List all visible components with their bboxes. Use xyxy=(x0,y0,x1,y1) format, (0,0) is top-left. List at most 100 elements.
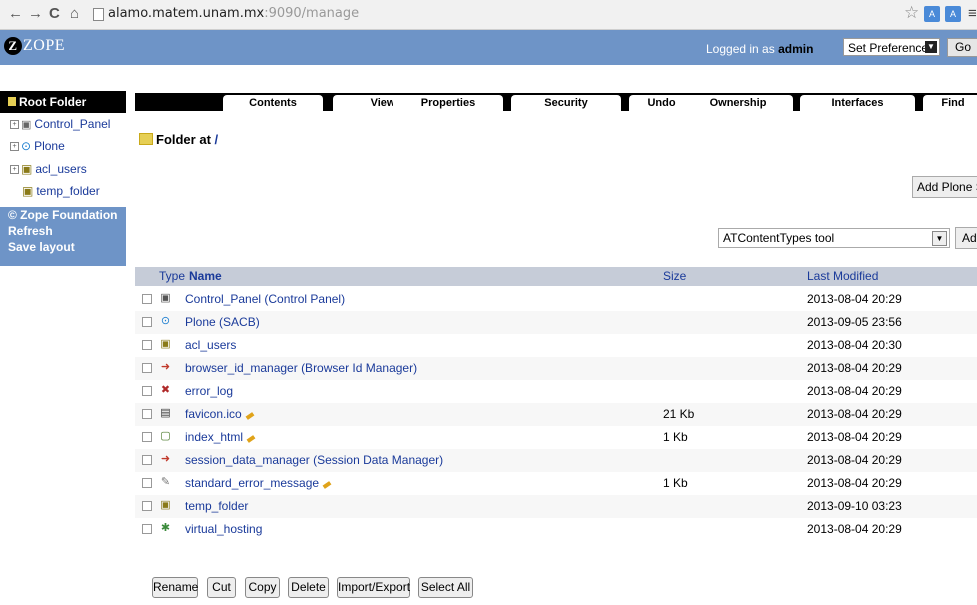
row-modified: 2013-08-04 20:29 xyxy=(807,292,902,306)
save-layout-link[interactable]: Save layout xyxy=(8,239,126,255)
row-name-link[interactable]: Plone (SACB) xyxy=(185,311,260,334)
browser-menu-icon[interactable]: ≡ xyxy=(968,5,977,22)
root-path-link[interactable]: / xyxy=(215,132,219,147)
tab-ownership[interactable]: Ownership xyxy=(683,95,793,111)
users-icon: ▣ xyxy=(21,162,33,176)
table-row: ➜ browser_id_manager (Browser Id Manager)… xyxy=(135,357,977,380)
add-type-select[interactable]: ATContentTypes tool ▼ xyxy=(718,228,950,248)
import-export-button[interactable]: Import/Export xyxy=(337,577,410,598)
plone-icon: ⊙ xyxy=(21,139,32,153)
control-panel-icon: ▣ xyxy=(21,119,32,131)
address-bar[interactable]: alamo.matem.unam.mx:9090/manage xyxy=(108,6,359,21)
home-icon[interactable]: ⌂ xyxy=(70,5,79,22)
translate-extension-icon[interactable]: A xyxy=(945,6,961,22)
sort-by-modified-link[interactable]: Last Modified xyxy=(807,267,878,286)
table-row: ▣ Control_Panel (Control Panel) 2013-08-04… xyxy=(135,288,977,311)
sort-by-type-link[interactable]: Type xyxy=(159,267,185,286)
row-modified: 2013-08-04 20:29 xyxy=(807,522,902,536)
copy-button[interactable]: Copy xyxy=(245,577,280,598)
plone-icon: ⊙ xyxy=(160,315,171,327)
row-checkbox[interactable] xyxy=(142,363,152,373)
row-modified: 2013-08-04 20:29 xyxy=(807,361,902,375)
tab-find[interactable]: Find xyxy=(923,95,977,111)
table-row: ➜ session_data_manager (Session Data Mana… xyxy=(135,449,977,472)
sort-by-size-link[interactable]: Size xyxy=(663,267,686,286)
row-name-link[interactable]: browser_id_manager (Browser Id Manager) xyxy=(185,357,417,380)
row-checkbox[interactable] xyxy=(142,501,152,511)
delete-button[interactable]: Delete xyxy=(288,577,329,598)
rename-button[interactable]: Rename xyxy=(152,577,198,598)
row-checkbox[interactable] xyxy=(142,317,152,327)
tab-interfaces[interactable]: Interfaces xyxy=(800,95,915,111)
row-checkbox[interactable] xyxy=(142,294,152,304)
expand-icon[interactable]: + xyxy=(10,120,19,130)
folder-icon xyxy=(8,97,16,106)
refresh-link[interactable]: Refresh xyxy=(8,223,126,239)
users-icon: ▣ xyxy=(160,338,171,350)
tab-contents[interactable]: Contents xyxy=(223,95,323,111)
row-checkbox[interactable] xyxy=(142,524,152,534)
sort-by-name-link[interactable]: Name xyxy=(189,267,222,286)
expand-icon[interactable]: + xyxy=(10,142,19,152)
add-button[interactable]: Add xyxy=(955,227,977,249)
image-file-icon: ▤ xyxy=(160,407,171,419)
temp-folder-icon: ▣ xyxy=(160,499,171,511)
tree-item-acl-users[interactable]: + ▣ acl_users xyxy=(10,162,87,176)
cut-button[interactable]: Cut xyxy=(207,577,236,598)
table-row: ▣ temp_folder 2013-09-10 03:23 xyxy=(135,495,977,518)
row-name-link[interactable]: temp_folder xyxy=(185,495,248,518)
row-checkbox[interactable] xyxy=(142,432,152,442)
table-row: ▤ favicon.ico 21 Kb 2013-08-04 20:29 xyxy=(135,403,977,426)
forward-icon[interactable]: → xyxy=(28,5,43,22)
dtml-method-icon: ✎ xyxy=(160,476,171,488)
translate-extension-icon[interactable]: A xyxy=(924,6,940,22)
back-icon[interactable]: ← xyxy=(8,5,23,22)
row-modified: 2013-08-04 20:29 xyxy=(807,453,902,467)
row-modified: 2013-09-10 03:23 xyxy=(807,499,902,513)
reload-icon[interactable]: C xyxy=(49,5,60,22)
dropdown-arrow-icon: ▼ xyxy=(932,231,947,246)
tab-security[interactable]: Security xyxy=(511,95,621,111)
page-icon xyxy=(93,8,104,21)
tree-item-control-panel[interactable]: + ▣ Control_Panel xyxy=(10,117,110,131)
row-name-link[interactable]: error_log xyxy=(185,380,233,403)
go-button[interactable]: Go xyxy=(947,38,977,57)
tree-item-plone[interactable]: + ⊙ Plone xyxy=(10,139,65,153)
row-name-link[interactable]: virtual_hosting xyxy=(185,518,262,541)
table-row: ⊙ Plone (SACB) 2013-09-05 23:56 xyxy=(135,311,977,334)
preferences-select[interactable]: Set Preferences ▼ xyxy=(843,38,940,56)
row-checkbox[interactable] xyxy=(142,409,152,419)
row-name-link[interactable]: session_data_manager (Session Data Manag… xyxy=(185,449,443,472)
logged-in-status: Logged in as admin xyxy=(706,42,814,56)
browser-toolbar: ← → C ⌂ alamo.matem.unam.mx:9090/manage … xyxy=(0,0,977,30)
row-name-link[interactable]: acl_users xyxy=(185,334,236,357)
expand-icon[interactable]: + xyxy=(10,165,19,175)
row-checkbox[interactable] xyxy=(142,340,152,350)
select-all-button[interactable]: Select All xyxy=(418,577,473,598)
row-name-link[interactable]: index_html xyxy=(185,426,243,449)
virtual-host-icon: ✱ xyxy=(160,522,171,534)
row-checkbox[interactable] xyxy=(142,455,152,465)
id-manager-icon: ➜ xyxy=(160,361,171,373)
management-tabs: Contents View Properties Security Undo O… xyxy=(135,93,977,111)
session-manager-icon: ➜ xyxy=(160,453,171,465)
row-name-link[interactable]: Control_Panel (Control Panel) xyxy=(185,288,345,311)
folder-location: Folder at / xyxy=(139,132,218,147)
bookmark-star-icon[interactable]: ☆ xyxy=(904,3,919,23)
tree-item-temp-folder[interactable]: ▣ temp_folder xyxy=(22,184,100,198)
copyright-link[interactable]: © Zope Foundation xyxy=(8,207,126,223)
row-modified: 2013-08-04 20:29 xyxy=(807,430,902,444)
add-plone-site-button[interactable]: Add Plone Site xyxy=(912,176,977,198)
root-folder-link[interactable]: Root Folder xyxy=(0,91,126,113)
row-name-link[interactable]: favicon.ico xyxy=(185,403,242,426)
row-checkbox[interactable] xyxy=(142,478,152,488)
table-row: ✱ virtual_hosting 2013-08-04 20:29 xyxy=(135,518,977,541)
temp-folder-icon: ▣ xyxy=(22,184,34,198)
zope-header: Z ZOPE Logged in as admin Set Preferences… xyxy=(0,30,977,65)
table-header: Type Name Size Last Modified xyxy=(135,267,977,286)
row-name-link[interactable]: standard_error_message xyxy=(185,472,319,495)
table-row: ✎ standard_error_message 1 Kb 2013-08-04 20… xyxy=(135,472,977,495)
tab-properties[interactable]: Properties xyxy=(393,95,503,111)
control-panel-icon: ▣ xyxy=(160,292,171,304)
row-checkbox[interactable] xyxy=(142,386,152,396)
